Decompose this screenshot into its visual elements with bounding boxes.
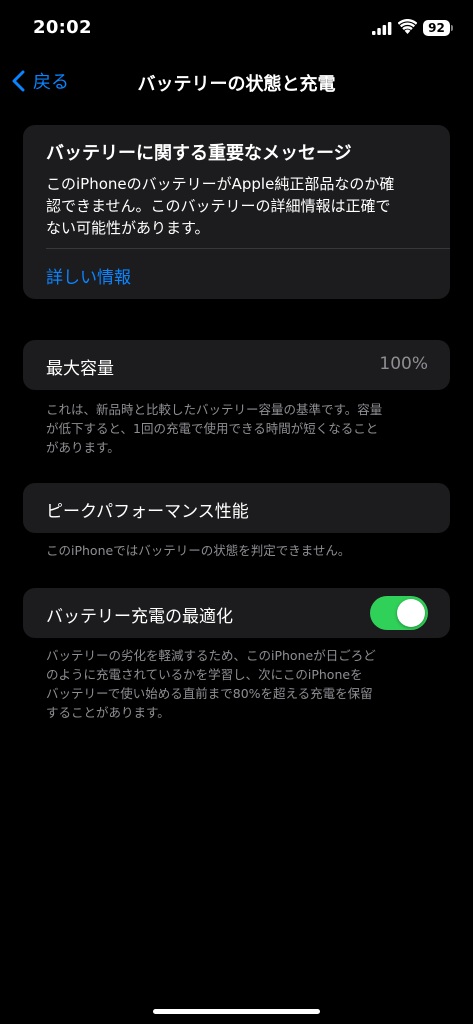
status-bar: 20:02 92: [0, 0, 473, 56]
cellular-signal-icon: [372, 22, 392, 35]
footnote-line: することがあります。: [46, 705, 170, 720]
footnote-line: のように充電されているかを学習し、次にこのiPhoneを: [46, 667, 363, 682]
footnote-line: これは、新品時と比較したバッテリー容量の基準です。容量: [46, 402, 383, 417]
max-capacity-footnote: これは、新品時と比較したバッテリー容量の基準です。容量 が低下すると、1回の充電…: [46, 400, 438, 457]
battery-cap: [451, 25, 453, 31]
home-indicator[interactable]: [153, 1009, 320, 1014]
optimized-charging-footnote: バッテリーの劣化を軽減するため、このiPhoneが日ごろど のように充電されてい…: [46, 646, 438, 722]
more-info-link[interactable]: 詳しい情報: [46, 263, 131, 288]
max-capacity-label: 最大容量: [46, 359, 114, 379]
notice-body: このiPhoneのバッテリーがApple純正部品なのか確 認できません。このバッ…: [46, 173, 432, 239]
footnote-line: が低下すると、1回の充電で使用できる時間が短くなること: [46, 421, 379, 436]
notice-body-line: このiPhoneのバッテリーがApple純正部品なのか確: [46, 175, 395, 193]
battery-notice-card: バッテリーに関する重要なメッセージ このiPhoneのバッテリーがApple純正…: [23, 125, 450, 299]
optimized-charging-row: バッテリー充電の最適化: [23, 588, 450, 638]
peak-performance-row: ピークパフォーマンス性能: [23, 483, 450, 533]
peak-performance-footnote: このiPhoneではバッテリーの状態を判定できません。: [46, 543, 351, 558]
notice-divider: [46, 248, 450, 249]
toggle-knob: [397, 599, 425, 627]
battery-icon: 92: [423, 20, 450, 36]
notice-body-line: 認できません。このバッテリーの詳細情報は正確で: [46, 197, 391, 215]
max-capacity-value: 100%: [379, 354, 428, 374]
peak-performance-label: ピークパフォーマンス性能: [46, 502, 249, 522]
navigation-bar: 戻る バッテリーの状態と充電: [0, 56, 473, 106]
footnote-line: バッテリーの劣化を軽減するため、このiPhoneが日ごろど: [46, 648, 376, 663]
footnote-line: があります。: [46, 440, 120, 455]
notice-body-line: ない可能性があります。: [46, 219, 210, 237]
optimized-charging-toggle[interactable]: [370, 596, 428, 630]
footnote-line: バッテリーで使い始める直前まで80%を超える充電を保留: [46, 686, 373, 701]
max-capacity-row: 最大容量 100%: [23, 340, 450, 390]
wifi-icon: [398, 19, 417, 34]
notice-title: バッテリーに関する重要なメッセージ: [46, 143, 352, 164]
page-title: バッテリーの状態と充電: [137, 74, 336, 95]
optimized-charging-label: バッテリー充電の最適化: [46, 607, 233, 627]
status-time: 20:02: [33, 17, 92, 38]
